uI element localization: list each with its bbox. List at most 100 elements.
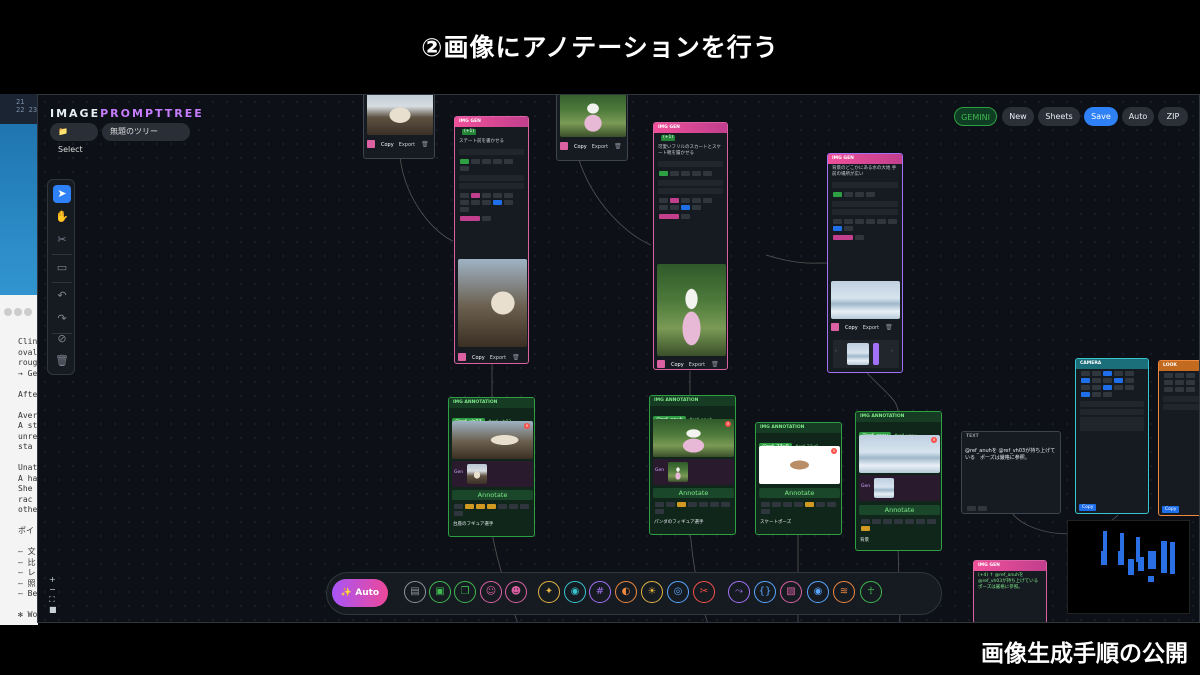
select-node-icon[interactable] bbox=[367, 140, 375, 148]
copy-button[interactable]: Copy bbox=[574, 144, 587, 150]
prompt-field[interactable] bbox=[459, 149, 524, 155]
option-field[interactable] bbox=[658, 180, 723, 186]
camera-field[interactable] bbox=[1080, 409, 1144, 415]
zoom-dot-icon[interactable] bbox=[24, 308, 32, 316]
select-node-icon[interactable] bbox=[831, 323, 839, 331]
document-icon[interactable]: ▤ bbox=[404, 581, 426, 603]
img-gen-node-1[interactable]: IMG GEN (+1) ステート前を書かせる Copy Export 🗑 bbox=[454, 116, 529, 364]
img-gen-node-2[interactable]: IMG GEN (+1) 可愛いフリルのスカートとスケート靴を履かせる Copy… bbox=[653, 122, 728, 370]
generate-row[interactable] bbox=[828, 233, 902, 242]
person-icon[interactable]: ☺ bbox=[480, 581, 502, 603]
option-field[interactable] bbox=[832, 201, 898, 207]
auto-generate-button[interactable]: ✨ Auto bbox=[332, 579, 388, 607]
option-field[interactable] bbox=[832, 209, 898, 215]
reference-image[interactable] bbox=[859, 435, 940, 473]
export-button[interactable]: Export bbox=[689, 362, 705, 368]
reference-image[interactable] bbox=[452, 421, 533, 459]
option-field[interactable] bbox=[459, 175, 524, 181]
trash-icon[interactable]: 🗑 bbox=[512, 354, 520, 361]
annotate-button[interactable]: Annotate bbox=[759, 488, 840, 498]
face-icon[interactable]: ☻ bbox=[505, 581, 527, 603]
export-button[interactable]: Export bbox=[490, 355, 506, 361]
select-node-icon[interactable] bbox=[657, 360, 665, 368]
close-icon[interactable]: × bbox=[931, 437, 937, 443]
trash-icon[interactable]: 🗑 bbox=[421, 141, 429, 148]
route-icon[interactable]: ⤳ bbox=[728, 581, 750, 603]
copy-button[interactable]: Copy bbox=[1162, 506, 1180, 513]
prompt-text[interactable]: 背景のどこかにある水の大地 手前の場所が広い bbox=[828, 164, 902, 180]
chevron-right-icon[interactable]: › bbox=[891, 349, 893, 354]
text-node-chips[interactable] bbox=[962, 504, 992, 513]
trash-icon[interactable]: 🗑 bbox=[885, 324, 893, 331]
copy-button[interactable]: Copy bbox=[1079, 504, 1097, 511]
gen-slot[interactable] bbox=[859, 475, 940, 501]
look-field[interactable] bbox=[1163, 396, 1199, 402]
eye-icon[interactable]: ◉ bbox=[807, 581, 829, 603]
close-icon[interactable]: × bbox=[831, 448, 837, 454]
image-icon[interactable]: ▣ bbox=[429, 581, 451, 603]
img-annotation-node-1[interactable]: IMG ANNOTATION @ref_vh03#ref_vh03 × Gen … bbox=[448, 397, 535, 537]
camera-node[interactable]: CAMERA Copy bbox=[1075, 358, 1149, 514]
ratio-chips[interactable] bbox=[654, 196, 727, 212]
sparkle-icon[interactable]: ✦ bbox=[538, 581, 560, 603]
camera-options[interactable] bbox=[1076, 369, 1148, 399]
copy-button[interactable]: Copy bbox=[845, 325, 858, 331]
annotation-note[interactable]: パンダのフィギュア選手 bbox=[654, 519, 704, 525]
annotation-note[interactable]: 背景 bbox=[860, 537, 869, 543]
minimap[interactable] bbox=[1067, 520, 1190, 614]
image-node-top-1[interactable]: Copy Export 🗑 bbox=[363, 95, 435, 159]
export-button[interactable]: Export bbox=[592, 144, 608, 150]
ratio-chips[interactable] bbox=[828, 217, 902, 233]
copy-button[interactable]: Copy bbox=[381, 142, 394, 148]
export-button[interactable]: Export bbox=[863, 325, 879, 331]
look-options[interactable] bbox=[1159, 371, 1199, 394]
text-node[interactable]: TEXT @ref_anuhを @ref_vh03が持ち上げている ポーズは厳格… bbox=[961, 431, 1061, 514]
img-annotation-node-2[interactable]: IMG ANNOTATION @ref_anuh#ref_anuh × Gen … bbox=[649, 395, 736, 535]
look-node[interactable]: LOOK Copy bbox=[1158, 360, 1199, 516]
text-node-body[interactable]: @ref_anuhを @ref_vh03が持ち上げている ポーズは厳格に参照。 bbox=[965, 448, 1059, 462]
select-node-icon[interactable] bbox=[560, 142, 568, 150]
braces-icon[interactable]: {} bbox=[754, 581, 776, 603]
img-annotation-node-4[interactable]: IMG ANNOTATION @ref_xcav#ref_xcav × Gen … bbox=[855, 411, 942, 551]
compass-icon[interactable]: ◎ bbox=[667, 581, 689, 603]
minimize-dot-icon[interactable] bbox=[14, 308, 22, 316]
generate-row[interactable] bbox=[654, 212, 727, 221]
prompt-field[interactable] bbox=[832, 182, 898, 188]
grid-icon[interactable]: # bbox=[589, 581, 611, 603]
carousel-thumbnail[interactable] bbox=[847, 343, 869, 365]
annotation-tag-chips[interactable] bbox=[756, 500, 841, 516]
generate-row[interactable] bbox=[455, 214, 528, 223]
annotate-button[interactable]: Annotate bbox=[859, 505, 940, 515]
look-field[interactable] bbox=[1163, 404, 1199, 410]
option-chips[interactable] bbox=[654, 169, 727, 178]
annotation-note[interactable]: スケートポーズ bbox=[760, 519, 791, 525]
sun-icon[interactable]: ☀ bbox=[641, 581, 663, 603]
prompt-text[interactable]: 可愛いフリルのスカートとスケート靴を履かせる bbox=[654, 143, 727, 159]
copy-button[interactable]: Copy bbox=[671, 362, 684, 368]
close-dot-icon[interactable] bbox=[4, 308, 12, 316]
palette-icon[interactable]: ◐ bbox=[615, 581, 637, 603]
prompt-text[interactable]: ステート前を書かせる bbox=[455, 137, 528, 147]
picture-edit-icon[interactable]: ▧ bbox=[780, 581, 802, 603]
option-chips[interactable] bbox=[828, 190, 902, 199]
select-node-icon[interactable] bbox=[458, 353, 466, 361]
option-field[interactable] bbox=[658, 188, 723, 194]
reference-image[interactable] bbox=[653, 419, 734, 457]
prompt-text[interactable]: (+4) ↑ @ref_anuhを @ref_vh03が持ち上げている ポーズは… bbox=[974, 571, 1046, 593]
img-gen-node-4[interactable]: IMG GEN (+4) ↑ @ref_anuhを @ref_vh03が持ち上げ… bbox=[973, 560, 1047, 622]
image-node-top-2[interactable]: Copy Export 🗑 bbox=[556, 95, 628, 161]
camera-field[interactable] bbox=[1080, 401, 1144, 407]
img-annotation-node-3[interactable]: IMG ANNOTATION @ref_23y9#ref_23y9 × Anno… bbox=[755, 422, 842, 535]
gen-slot[interactable] bbox=[452, 461, 533, 487]
annotation-tag-chips[interactable] bbox=[449, 502, 534, 518]
annotation-note[interactable]: 台座のフギュア選手 bbox=[453, 521, 493, 527]
scissors-icon[interactable]: ✂ bbox=[693, 581, 715, 603]
carousel-thumbnail[interactable] bbox=[873, 343, 879, 365]
img-gen-node-3[interactable]: IMG GEN 背景のどこかにある水の大地 手前の場所が広い Copy Expor… bbox=[827, 153, 903, 373]
camera-notes-field[interactable] bbox=[1080, 417, 1144, 431]
figure-icon[interactable]: ☥ bbox=[860, 581, 882, 603]
reference-image[interactable] bbox=[759, 446, 840, 484]
close-icon[interactable]: × bbox=[524, 423, 530, 429]
copy-button[interactable]: Copy bbox=[472, 355, 485, 361]
camera-icon[interactable]: ◉ bbox=[564, 581, 586, 603]
